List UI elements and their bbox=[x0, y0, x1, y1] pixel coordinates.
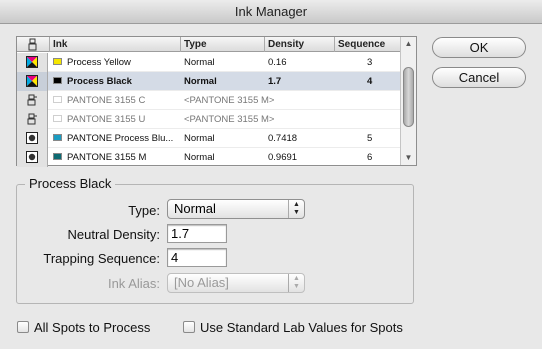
neutral-density-field[interactable]: 1.7 bbox=[167, 224, 227, 243]
spot-ink-icon bbox=[26, 132, 38, 147]
ink-density: 0.9691 bbox=[268, 152, 298, 163]
ink-sequence bbox=[367, 110, 397, 129]
table-row[interactable]: PANTONE Process Blu... Normal 0.7418 5 bbox=[17, 129, 400, 148]
table-row[interactable]: PANTONE 3155 U <PANTONE 3155 M> bbox=[17, 110, 400, 129]
window-title: Ink Manager bbox=[0, 0, 542, 24]
ink-type-cell[interactable] bbox=[17, 148, 48, 167]
ink-sequence bbox=[367, 91, 397, 110]
type-select-value: Normal bbox=[174, 201, 216, 216]
ok-button[interactable]: OK bbox=[432, 37, 526, 58]
type-label: Type: bbox=[128, 203, 160, 218]
all-spots-to-process-checkbox[interactable] bbox=[17, 321, 29, 333]
type-select[interactable]: Normal ▲ ▼ bbox=[167, 199, 305, 219]
process-ink-icon bbox=[26, 75, 38, 90]
ink-density: 0.7418 bbox=[268, 133, 298, 144]
use-standard-lab-checkbox[interactable] bbox=[183, 321, 195, 333]
ink-type-cell[interactable] bbox=[17, 110, 48, 129]
table-row[interactable]: Process Black Normal 1.7 4 bbox=[17, 72, 400, 91]
trapping-sequence-field[interactable]: 4 bbox=[167, 248, 227, 267]
trapping-sequence-label: Trapping Sequence: bbox=[43, 251, 160, 266]
column-header-type[interactable]: Type bbox=[180, 37, 264, 52]
ink-sequence: 5 bbox=[367, 133, 373, 144]
ink-type-header-icon bbox=[28, 38, 37, 51]
ink-sequence: 3 bbox=[367, 57, 373, 68]
process-ink-icon bbox=[26, 56, 38, 71]
ink-list-table: Ink Type Density Sequence Process Yellow… bbox=[16, 36, 417, 167]
ink-alias-label: Ink Alias: bbox=[107, 276, 160, 291]
ink-sequence: 4 bbox=[367, 76, 373, 87]
ink-name: Process Black bbox=[67, 76, 132, 87]
ink-density bbox=[268, 110, 328, 129]
ink-name: PANTONE 3155 U bbox=[67, 114, 146, 125]
ink-swatch bbox=[53, 58, 62, 65]
table-row[interactable]: PANTONE 3155 M Normal 0.9691 6 bbox=[17, 148, 400, 167]
ink-alias-select-value: [No Alias] bbox=[174, 275, 229, 290]
ink-alias-select[interactable]: [No Alias] ▲ ▼ bbox=[167, 273, 305, 293]
neutral-density-label: Neutral Density: bbox=[67, 227, 160, 242]
cancel-button[interactable]: Cancel bbox=[432, 67, 526, 88]
scroll-up-icon[interactable]: ▲ bbox=[401, 37, 416, 51]
ink-name: PANTONE 3155 M bbox=[67, 152, 147, 163]
ink-alias-icon bbox=[26, 113, 38, 128]
table-row[interactable]: Process Yellow Normal 0.16 3 bbox=[17, 53, 400, 72]
ink-details-title: Process Black bbox=[25, 176, 116, 191]
ink-type-cell[interactable] bbox=[17, 53, 48, 72]
ink-density: 1.7 bbox=[268, 76, 282, 87]
column-header-ink-type-icon[interactable] bbox=[17, 37, 49, 52]
table-row[interactable]: PANTONE 3155 C <PANTONE 3155 M> bbox=[17, 91, 400, 110]
select-arrows-icon: ▲ ▼ bbox=[288, 274, 304, 292]
ink-density: 0.16 bbox=[268, 57, 287, 68]
scrollbar-thumb[interactable] bbox=[403, 67, 414, 127]
ink-type-cell[interactable] bbox=[17, 91, 48, 110]
ink-swatch bbox=[53, 153, 62, 160]
ink-manager-dialog: Ink Type Density Sequence Process Yellow… bbox=[0, 24, 542, 349]
ink-density bbox=[268, 91, 328, 110]
ink-type-cell[interactable] bbox=[17, 72, 48, 91]
spot-ink-icon bbox=[26, 151, 38, 166]
ink-swatch bbox=[53, 134, 62, 141]
ink-rows: Process Yellow Normal 0.16 3 Process Black No… bbox=[17, 53, 400, 167]
ink-details-group: Process Black Type: Normal ▲ ▼ Neutral De… bbox=[16, 176, 414, 304]
ink-name: Process Yellow bbox=[67, 57, 131, 68]
ink-swatch bbox=[53, 96, 62, 103]
ink-alias-icon bbox=[26, 94, 38, 109]
ink-sequence: 6 bbox=[367, 152, 373, 163]
ink-name: PANTONE Process Blu... bbox=[67, 133, 174, 144]
ink-swatch bbox=[53, 115, 62, 122]
ink-swatch bbox=[53, 77, 62, 84]
table-scrollbar[interactable]: ▲ ▼ bbox=[400, 37, 416, 165]
column-header-sequence[interactable]: Sequence bbox=[334, 37, 400, 52]
use-standard-lab-label[interactable]: Use Standard Lab Values for Spots bbox=[200, 320, 403, 335]
column-header-density[interactable]: Density bbox=[264, 37, 334, 52]
ink-type-cell[interactable] bbox=[17, 129, 48, 148]
all-spots-to-process-label[interactable]: All Spots to Process bbox=[34, 320, 150, 335]
column-header-ink[interactable]: Ink bbox=[49, 37, 180, 52]
scroll-down-icon[interactable]: ▼ bbox=[401, 151, 416, 165]
table-header: Ink Type Density Sequence bbox=[17, 37, 400, 52]
ink-name: PANTONE 3155 C bbox=[67, 95, 146, 106]
select-arrows-icon: ▲ ▼ bbox=[288, 200, 304, 218]
